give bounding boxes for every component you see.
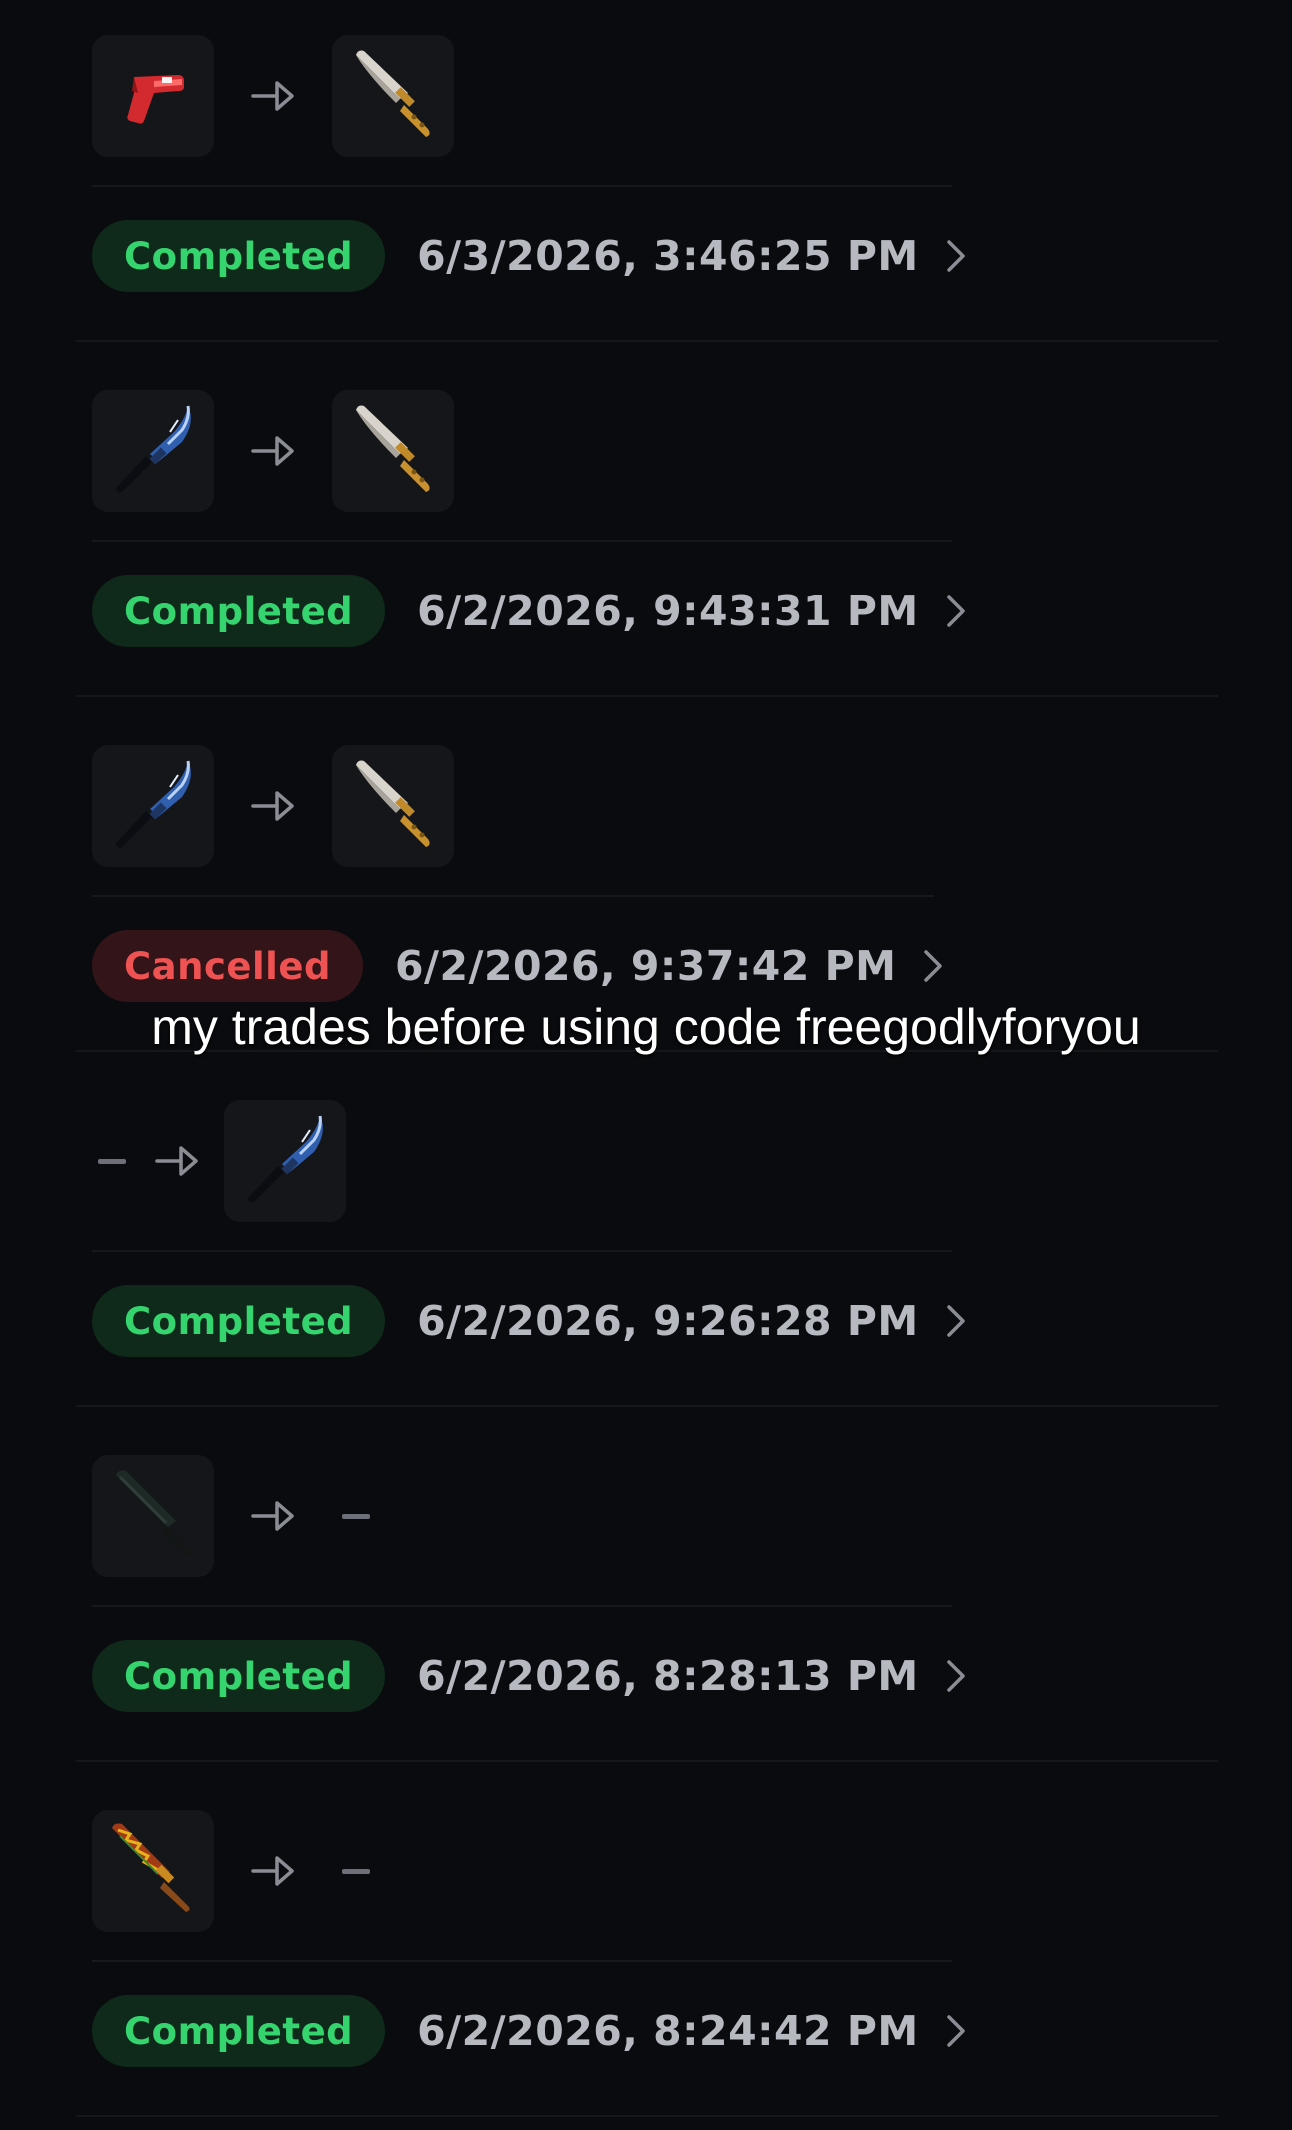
trade-items [92,35,454,157]
blue-knife-icon [98,396,208,506]
divider [92,1605,952,1607]
item-slot[interactable] [92,1455,214,1577]
trade-items [92,390,454,512]
arrow-right-icon [251,1853,295,1889]
gold-bowie-knife-icon [338,396,448,506]
divider [92,1250,952,1252]
status-badge: Completed [92,575,386,647]
arrow-right-icon [251,1498,295,1534]
divider [92,1960,952,1962]
trade-items [92,1455,380,1577]
trade-entry[interactable]: Completed 6/2/2026, 8:28:13 PM [0,1420,1292,1775]
empty-dash-icon [342,1868,370,1874]
blue-knife-icon [98,751,208,861]
divider [92,895,934,897]
flame-knife-icon [98,1816,208,1926]
status-badge: Completed [92,1995,386,2067]
arrow-right-icon [155,1143,199,1179]
trade-items [92,1100,346,1222]
chevron-right-icon[interactable] [941,591,971,631]
divider [76,1760,1218,1762]
status-badge: Completed [92,1640,386,1712]
red-gun-icon [98,41,208,151]
item-slot[interactable] [92,390,214,512]
arrow-right-icon [251,788,295,824]
divider [76,2115,1218,2117]
divider [92,185,952,187]
item-slot[interactable] [224,1100,346,1222]
trade-entry[interactable]: Completed 6/2/2026, 9:26:28 PM [0,1065,1292,1420]
status-badge: Completed [92,1285,386,1357]
divider [92,540,952,542]
divider [76,1405,1218,1407]
divider [76,340,1218,342]
trade-entry[interactable]: Completed 6/2/2026, 9:43:31 PM [0,355,1292,710]
status-badge: Cancelled [92,930,363,1002]
gold-bowie-knife-icon [338,41,448,151]
trade-timestamp: 6/2/2026, 8:28:13 PM [417,1652,919,1700]
item-slot[interactable] [92,745,214,867]
trade-timestamp: 6/3/2026, 3:46:25 PM [417,232,919,280]
trade-timestamp: 6/2/2026, 9:37:42 PM [394,942,897,990]
trade-timestamp: 6/2/2026, 8:24:42 PM [417,2007,919,2055]
divider [76,695,1218,697]
item-slot[interactable] [92,35,214,157]
status-badge: Completed [92,220,386,292]
empty-dash-icon [342,1513,370,1519]
trade-entry[interactable]: Completed 6/3/2026, 3:46:25 PM [0,0,1292,355]
item-slot[interactable] [92,1810,214,1932]
empty-dash-icon [98,1158,126,1164]
trade-items [92,1810,380,1932]
chevron-right-icon[interactable] [918,946,948,986]
item-slot[interactable] [332,35,454,157]
chevron-right-icon[interactable] [941,236,971,276]
trade-items [92,745,454,867]
trade-timestamp: 6/2/2026, 9:26:28 PM [417,1297,919,1345]
dark-knife-icon [98,1461,208,1571]
item-slot[interactable] [332,390,454,512]
chevron-right-icon[interactable] [941,1301,971,1341]
blue-knife-icon [230,1106,340,1216]
arrow-right-icon [251,433,295,469]
trade-entry[interactable]: Completed 6/2/2026, 8:24:42 PM [0,1775,1292,2130]
item-slot[interactable] [332,745,454,867]
gold-bowie-knife-icon [338,751,448,861]
chevron-right-icon[interactable] [941,2011,971,2051]
trade-timestamp: 6/2/2026, 9:43:31 PM [417,587,919,635]
arrow-right-icon [251,78,295,114]
overlay-caption: my trades before using code freegodlyfor… [151,999,1141,1055]
chevron-right-icon[interactable] [941,1656,971,1696]
